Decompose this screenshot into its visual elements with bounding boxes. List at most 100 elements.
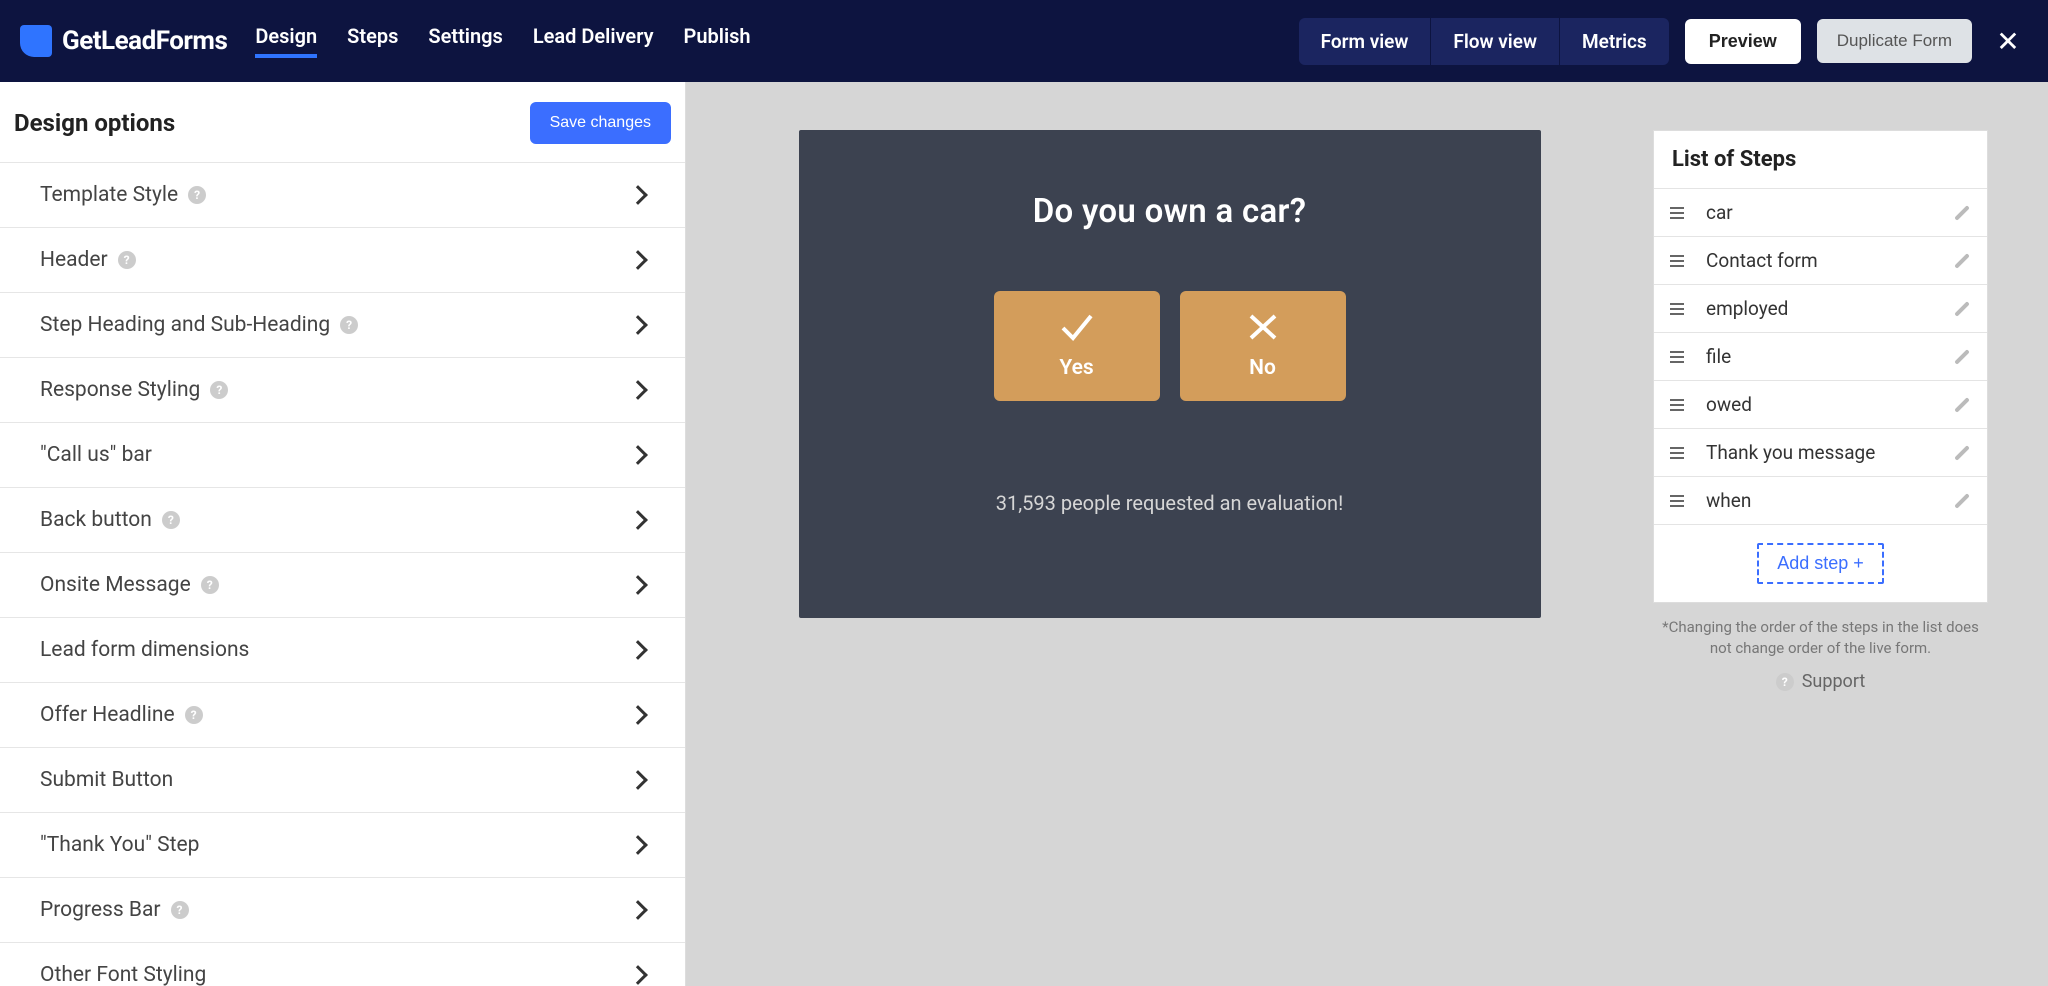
step-name: Contact form — [1706, 249, 1929, 272]
design-option-row[interactable]: Response Styling? — [0, 357, 685, 422]
help-icon[interactable]: ? — [210, 381, 228, 399]
answer-yes[interactable]: Yes — [994, 291, 1160, 401]
drag-handle-icon[interactable] — [1670, 207, 1684, 219]
help-icon[interactable]: ? — [118, 251, 136, 269]
preview-button[interactable]: Preview — [1685, 19, 1801, 64]
check-icon — [1059, 312, 1095, 342]
step-name: car — [1706, 201, 1929, 224]
view-metrics[interactable]: Metrics — [1560, 18, 1669, 65]
sidebar-header: Design options Save changes — [0, 82, 685, 162]
drag-handle-icon[interactable] — [1670, 255, 1684, 267]
design-option-label: "Call us" bar — [40, 443, 152, 467]
step-row[interactable]: when — [1654, 476, 1987, 524]
sidebar-title: Design options — [14, 109, 175, 137]
chevron-right-icon — [628, 835, 648, 855]
design-option-row[interactable]: Offer Headline? — [0, 682, 685, 747]
brand-logo[interactable]: GetLeadForms — [20, 25, 227, 57]
design-option-label: Other Font Styling — [40, 963, 206, 986]
option-text: Response Styling — [40, 378, 200, 402]
close-icon[interactable]: ✕ — [1988, 21, 2028, 61]
design-option-label: "Thank You" Step — [40, 833, 199, 857]
step-name: when — [1706, 489, 1929, 512]
design-options-sidebar: Design options Save changes Template Sty… — [0, 82, 686, 986]
pencil-icon[interactable] — [1951, 203, 1971, 223]
option-text: Template Style — [40, 183, 178, 207]
option-text: Progress Bar — [40, 898, 161, 922]
design-option-label: Submit Button — [40, 768, 173, 792]
tab-design[interactable]: Design — [255, 24, 317, 58]
form-canvas: Do you own a car? Yes No 31,593 people r… — [686, 82, 1653, 986]
option-text: Lead form dimensions — [40, 638, 249, 662]
design-option-row[interactable]: Header? — [0, 227, 685, 292]
steps-title: List of Steps — [1654, 131, 1987, 188]
option-text: Other Font Styling — [40, 963, 206, 986]
help-icon[interactable]: ? — [188, 186, 206, 204]
design-option-label: Offer Headline? — [40, 703, 203, 727]
design-option-label: Onsite Message? — [40, 573, 219, 597]
design-option-row[interactable]: Other Font Styling — [0, 942, 685, 986]
help-icon[interactable]: ? — [162, 511, 180, 529]
support-link[interactable]: ? Support — [1653, 671, 1988, 692]
design-option-row[interactable]: Progress Bar? — [0, 877, 685, 942]
step-row[interactable]: Contact form — [1654, 236, 1987, 284]
design-option-row[interactable]: "Thank You" Step — [0, 812, 685, 877]
drag-handle-icon[interactable] — [1670, 495, 1684, 507]
chevron-right-icon — [628, 640, 648, 660]
design-option-row[interactable]: Back button? — [0, 487, 685, 552]
step-row[interactable]: file — [1654, 332, 1987, 380]
drag-handle-icon[interactable] — [1670, 399, 1684, 411]
step-row[interactable]: Thank you message — [1654, 428, 1987, 476]
option-text: Onsite Message — [40, 573, 191, 597]
save-changes-button[interactable]: Save changes — [530, 102, 671, 144]
pencil-icon[interactable] — [1951, 347, 1971, 367]
chevron-right-icon — [628, 445, 648, 465]
pencil-icon[interactable] — [1951, 395, 1971, 415]
view-form[interactable]: Form view — [1299, 18, 1432, 65]
step-row[interactable]: car — [1654, 188, 1987, 236]
steps-panel: List of Steps car Contact form employed fil… — [1653, 130, 1988, 986]
design-option-label: Progress Bar? — [40, 898, 189, 922]
step-name: file — [1706, 345, 1929, 368]
tab-lead-delivery[interactable]: Lead Delivery — [533, 24, 654, 58]
option-text: Offer Headline — [40, 703, 175, 727]
x-icon — [1245, 312, 1281, 342]
design-option-row[interactable]: Lead form dimensions — [0, 617, 685, 682]
option-text: Back button — [40, 508, 152, 532]
step-row[interactable]: employed — [1654, 284, 1987, 332]
pencil-icon[interactable] — [1951, 299, 1971, 319]
drag-handle-icon[interactable] — [1670, 447, 1684, 459]
chevron-right-icon — [628, 250, 648, 270]
answer-no-label: No — [1249, 356, 1276, 380]
help-icon[interactable]: ? — [340, 316, 358, 334]
pencil-icon[interactable] — [1951, 251, 1971, 271]
step-name: Thank you message — [1706, 441, 1929, 464]
option-text: Step Heading and Sub-Heading — [40, 313, 330, 337]
nav-tabs: Design Steps Settings Lead Delivery Publ… — [255, 24, 750, 58]
answer-yes-label: Yes — [1059, 356, 1093, 380]
tab-steps[interactable]: Steps — [347, 24, 398, 58]
design-option-row[interactable]: Step Heading and Sub-Heading? — [0, 292, 685, 357]
pencil-icon[interactable] — [1951, 491, 1971, 511]
tab-settings[interactable]: Settings — [428, 24, 502, 58]
chevron-right-icon — [628, 185, 648, 205]
help-icon[interactable]: ? — [185, 706, 203, 724]
chevron-right-icon — [628, 965, 648, 985]
answer-no[interactable]: No — [1180, 291, 1346, 401]
design-option-row[interactable]: Submit Button — [0, 747, 685, 812]
view-flow[interactable]: Flow view — [1431, 18, 1560, 65]
design-option-label: Back button? — [40, 508, 180, 532]
tab-publish[interactable]: Publish — [684, 24, 751, 58]
step-row[interactable]: owed — [1654, 380, 1987, 428]
add-step-button[interactable]: Add step + — [1757, 543, 1884, 584]
design-option-label: Response Styling? — [40, 378, 228, 402]
help-icon[interactable]: ? — [201, 576, 219, 594]
design-option-row[interactable]: "Call us" bar — [0, 422, 685, 487]
design-option-row[interactable]: Onsite Message? — [0, 552, 685, 617]
drag-handle-icon[interactable] — [1670, 351, 1684, 363]
option-text: Submit Button — [40, 768, 173, 792]
drag-handle-icon[interactable] — [1670, 303, 1684, 315]
pencil-icon[interactable] — [1951, 443, 1971, 463]
design-option-row[interactable]: Template Style? — [0, 162, 685, 227]
duplicate-form-button[interactable]: Duplicate Form — [1817, 19, 1972, 63]
help-icon[interactable]: ? — [171, 901, 189, 919]
